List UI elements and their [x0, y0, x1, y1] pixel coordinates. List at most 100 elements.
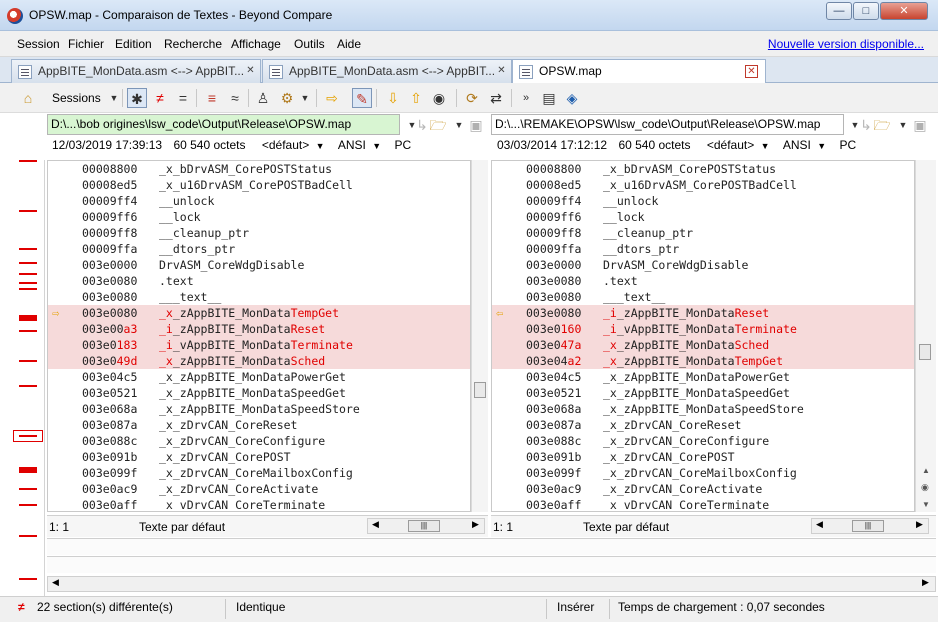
menu-fichier[interactable]: Fichier	[68, 37, 104, 51]
code-row[interactable]: 003e088c _x_zDrvCAN_CoreConfigure	[48, 433, 470, 449]
code-row[interactable]: 00009ffa __dtors_ptr	[492, 241, 914, 257]
overview-ruler[interactable]	[11, 160, 45, 600]
left-encoding[interactable]: ANSI	[338, 138, 366, 152]
save-icon[interactable]: ▣	[910, 115, 930, 135]
code-row[interactable]: 003e099f _x_zDrvCAN_CoreMailboxConfig	[492, 465, 914, 481]
code-row[interactable]: 00009ff4 __unlock	[492, 193, 914, 209]
open-folder-icon[interactable]: 🗁	[872, 115, 892, 135]
right-vertical-scrollbar[interactable]: ▲ ◉ ▼	[915, 160, 936, 512]
code-row[interactable]: 003e0521 _x_zAppBITE_MonDataSpeedGet	[492, 385, 914, 401]
diff-row[interactable]: 003e00a3 _i_zAppBITE_MonDataReset	[48, 321, 470, 337]
code-row[interactable]: 00009ff8 __cleanup_ptr	[492, 225, 914, 241]
code-row[interactable]: 003e0521 _x_zAppBITE_MonDataSpeedGet	[48, 385, 470, 401]
right-text-pane[interactable]: 00008800 _x_bDrvASM_CorePOSTStatus 00008ed…	[491, 160, 915, 512]
code-row[interactable]: 003e0ac9 _x_zDrvCAN_CoreActivate	[48, 481, 470, 497]
menu-affichage[interactable]: Affichage	[231, 37, 281, 51]
show-same-icon[interactable]: =	[173, 88, 193, 108]
code-row[interactable]: 003e0000 DrvASM_CoreWdgDisable	[48, 257, 470, 273]
current-difference-arrow-icon[interactable]: ⇨	[52, 307, 66, 319]
tab-appbite-mondata-1[interactable]: AppBITE_MonData.asm <--> AppBIT... ✕	[11, 59, 261, 83]
right-encoding[interactable]: ANSI	[783, 138, 811, 152]
rules-icon[interactable]: ♙	[253, 88, 273, 108]
scroll-thumb[interactable]	[919, 344, 931, 360]
update-link[interactable]: Nouvelle version disponible...	[768, 37, 924, 51]
code-row[interactable]: 00008ed5 _x_u16DrvASM_CorePOSTBadCell	[48, 177, 470, 193]
code-row[interactable]: 003e04c5 _x_zAppBITE_MonDataPowerGet	[48, 369, 470, 385]
code-row[interactable]: 003e0000 DrvASM_CoreWdgDisable	[492, 257, 914, 273]
scroll-thumb[interactable]: |||	[408, 520, 440, 532]
code-row[interactable]: 00008ed5 _x_u16DrvASM_CorePOSTBadCell	[492, 177, 914, 193]
refresh-icon[interactable]: ⟳	[462, 88, 482, 108]
code-row[interactable]: 003e068a _x_zAppBITE_MonDataSpeedStore	[492, 401, 914, 417]
save-icon[interactable]: ▣	[466, 115, 486, 135]
scroll-left-icon[interactable]: ◀	[52, 577, 59, 588]
chevron-down-icon[interactable]: ▼	[295, 88, 315, 108]
code-row[interactable]: 003e088c _x_zDrvCAN_CoreConfigure	[492, 433, 914, 449]
scroll-left-icon[interactable]: ◀	[372, 519, 379, 530]
code-row[interactable]: 003e04c5 _x_zAppBITE_MonDataPowerGet	[492, 369, 914, 385]
code-row[interactable]: 00009ff4 __unlock	[48, 193, 470, 209]
tab-appbite-mondata-2[interactable]: AppBITE_MonData.asm <--> AppBIT... ✕	[262, 59, 512, 83]
scroll-center-icon[interactable]: ◉	[921, 482, 929, 493]
code-row[interactable]: 003e091b _x_zDrvCAN_CorePOST	[492, 449, 914, 465]
diff-row[interactable]: ⇨ 003e0080 _x_zAppBITE_MonDataTempGet	[48, 305, 470, 321]
maximize-button[interactable]: □	[853, 2, 879, 20]
code-row[interactable]: 003e0080 .text	[48, 273, 470, 289]
scroll-right-icon[interactable]: ▶	[922, 577, 929, 588]
chevron-down-icon[interactable]: ▼	[372, 141, 381, 151]
code-row[interactable]: 00009ffa __dtors_ptr	[48, 241, 470, 257]
diff-row[interactable]: 003e0160 _i_vAppBITE_MonDataTerminate	[492, 321, 914, 337]
open-folder-icon[interactable]: 🗁	[428, 115, 448, 135]
left-path-field[interactable]: D:\...\bob origines\lsw_code\Output\Rele…	[47, 114, 400, 135]
tab-close-icon[interactable]: ✕	[244, 65, 257, 78]
home-icon[interactable]: ⌂	[18, 88, 38, 108]
detail-horizontal-scrollbar[interactable]: ◀ ▶	[47, 576, 936, 592]
code-row[interactable]: 00009ff6 __lock	[48, 209, 470, 225]
tab-close-icon[interactable]: ✕	[745, 65, 758, 78]
right-eol[interactable]: PC	[839, 138, 856, 152]
tab-close-icon[interactable]: ✕	[495, 65, 508, 78]
scroll-left-icon[interactable]: ◀	[816, 519, 823, 530]
left-horizontal-scrollbar[interactable]: ◀ ||| ▶	[367, 518, 485, 534]
next-difference-icon[interactable]: ⇩	[383, 88, 403, 108]
diff-row[interactable]: 003e049d _x_zAppBITE_MonDataSched	[48, 353, 470, 369]
copy-to-right-icon[interactable]: ⇨	[322, 88, 342, 108]
scroll-thumb[interactable]	[474, 382, 486, 398]
code-row[interactable]: 00009ff6 __lock	[492, 209, 914, 225]
show-all-icon[interactable]: ✱	[127, 88, 147, 108]
right-horizontal-scrollbar[interactable]: ◀ ||| ▶	[811, 518, 929, 534]
menu-edition[interactable]: Edition	[115, 37, 152, 51]
code-row[interactable]: 003e0aff _x_vDrvCAN_CoreTerminate	[48, 497, 470, 511]
diff-row[interactable]: ⇦ 003e0080 _i_zAppBITE_MonDataReset	[492, 305, 914, 321]
similar-icon[interactable]: ≈	[225, 88, 245, 108]
scroll-up-icon[interactable]: ▲	[922, 466, 930, 475]
web-report-icon[interactable]: ◈	[562, 88, 582, 108]
code-row[interactable]: 003e0080 ___text__	[492, 289, 914, 305]
left-eol[interactable]: PC	[394, 138, 411, 152]
menu-session[interactable]: Session	[17, 37, 60, 51]
tab-opsw-map[interactable]: OPSW.map ✕	[512, 59, 766, 84]
find-binoculars-icon[interactable]: ◉	[429, 88, 449, 108]
code-row[interactable]: 00008800 _x_bDrvASM_CorePOSTStatus	[48, 161, 470, 177]
diff-row[interactable]: 003e047a _x_zAppBITE_MonDataSched	[492, 337, 914, 353]
sessions-button[interactable]: Sessions	[52, 91, 101, 105]
scroll-thumb[interactable]: |||	[852, 520, 884, 532]
chevron-down-icon[interactable]: ▼	[316, 141, 325, 151]
left-format[interactable]: <défaut>	[262, 138, 309, 152]
chevron-down-icon[interactable]: ▼	[104, 88, 124, 108]
expand-icon[interactable]: »	[516, 88, 536, 108]
diff-row[interactable]: 003e0183 _i_vAppBITE_MonDataTerminate	[48, 337, 470, 353]
context-icon[interactable]: ≡	[202, 88, 222, 108]
format-icon[interactable]: ⚙	[277, 88, 297, 108]
code-row[interactable]: 003e099f _x_zDrvCAN_CoreMailboxConfig	[48, 465, 470, 481]
right-format[interactable]: <défaut>	[707, 138, 754, 152]
swap-sides-icon[interactable]: ⇄	[486, 88, 506, 108]
code-row[interactable]: 00009ff8 __cleanup_ptr	[48, 225, 470, 241]
code-row[interactable]: 003e087a _x_zDrvCAN_CoreReset	[48, 417, 470, 433]
menu-aide[interactable]: Aide	[337, 37, 361, 51]
code-row[interactable]: 003e091b _x_zDrvCAN_CorePOST	[48, 449, 470, 465]
chevron-down-icon[interactable]: ▼	[761, 141, 770, 151]
code-row[interactable]: 003e068a _x_zAppBITE_MonDataSpeedStore	[48, 401, 470, 417]
code-row[interactable]: 00008800 _x_bDrvASM_CorePOSTStatus	[492, 161, 914, 177]
diff-row[interactable]: 003e04a2 _x_zAppBITE_MonDataTempGet	[492, 353, 914, 369]
